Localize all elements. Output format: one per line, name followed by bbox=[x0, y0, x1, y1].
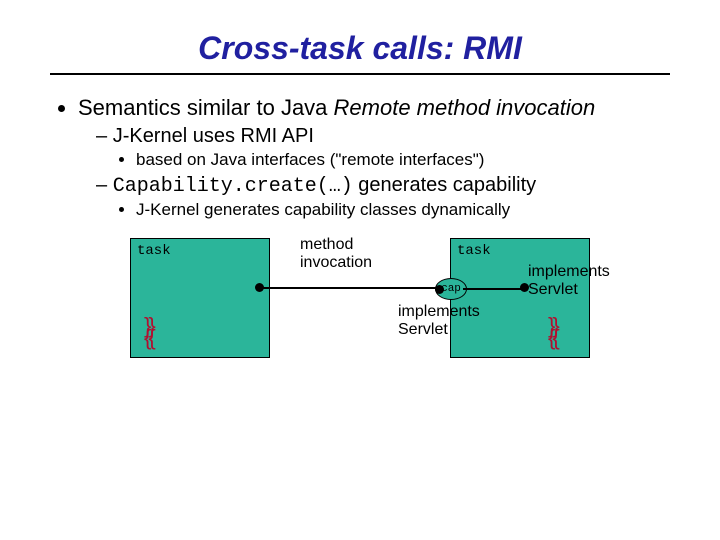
title-underline bbox=[50, 73, 670, 75]
endpoint-dot-cap bbox=[435, 285, 444, 294]
threads-icon-right: ︎}}{{ bbox=[548, 320, 557, 344]
call-line-right bbox=[463, 288, 523, 290]
label-method-invocation: method invocation bbox=[300, 236, 372, 271]
task-label-left: task bbox=[137, 243, 171, 259]
task-label-right: task bbox=[457, 243, 491, 259]
threads-icon-left: ︎}}{{ bbox=[144, 320, 153, 344]
bullet-semantics-text-b: Remote method invocation bbox=[334, 95, 596, 120]
bullet-capability-create: Capability.create(…) generates capabilit… bbox=[96, 174, 670, 220]
bullet-jkernel-rmi-text: J-Kernel uses RMI API bbox=[113, 125, 314, 147]
bullet-semantics: Semantics similar to Java Remote method … bbox=[78, 95, 670, 220]
bullet-semantics-text-a: Semantics similar to Java bbox=[78, 95, 334, 120]
bullet-list-l1: Semantics similar to Java Remote method … bbox=[50, 95, 670, 220]
label-implements-servlet-task: implements Servlet bbox=[528, 263, 610, 298]
bullet-cap-rest: generates capability bbox=[353, 174, 536, 196]
slide-title: Cross-task calls: RMI bbox=[50, 30, 670, 67]
bullet-list-l3b: J-Kernel generates capability classes dy… bbox=[96, 200, 670, 220]
slide: Cross-task calls: RMI Semantics similar … bbox=[0, 0, 720, 398]
diagram: task task cap method invocation implemen… bbox=[130, 228, 690, 378]
call-line-left bbox=[262, 287, 437, 289]
bullet-dynamic-classes: J-Kernel generates capability classes dy… bbox=[136, 200, 670, 220]
bullet-list-l3a: based on Java interfaces ("remote interf… bbox=[96, 150, 670, 170]
bullet-remote-interfaces: based on Java interfaces ("remote interf… bbox=[136, 150, 670, 170]
bullet-list-l2: J-Kernel uses RMI API based on Java inte… bbox=[78, 125, 670, 220]
bullet-cap-code: Capability.create(…) bbox=[113, 175, 353, 198]
bullet-jkernel-rmi: J-Kernel uses RMI API based on Java inte… bbox=[96, 125, 670, 170]
label-implements-servlet-cap: implements Servlet bbox=[398, 303, 480, 338]
